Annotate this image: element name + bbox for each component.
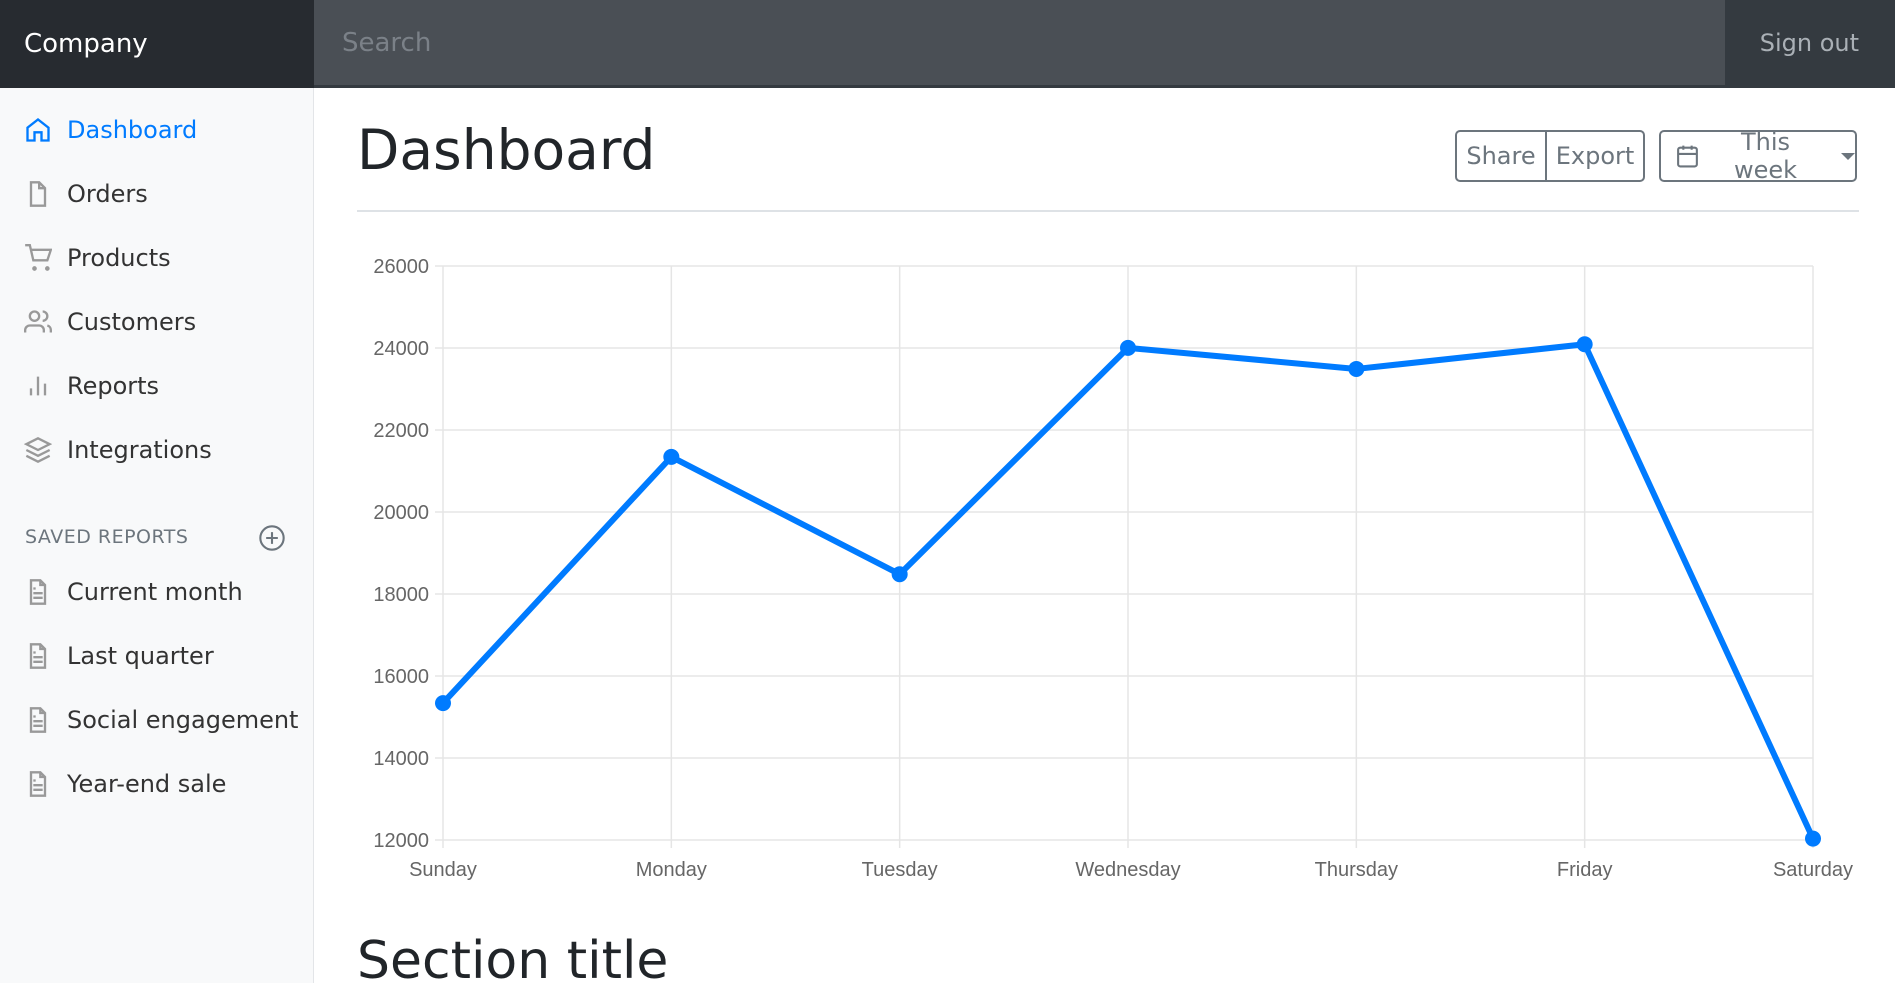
file-text-icon bbox=[29, 579, 47, 605]
x-tick-label: Monday bbox=[636, 859, 707, 880]
bar-chart-icon bbox=[29, 376, 47, 396]
data-point bbox=[663, 448, 680, 465]
y-tick-label: 14000 bbox=[373, 748, 429, 770]
date-range-dropdown[interactable]: This week bbox=[1659, 128, 1857, 184]
y-tick-label: 20000 bbox=[373, 502, 429, 524]
calendar-icon bbox=[1677, 145, 1698, 168]
sidebar-item-label: Reports bbox=[67, 372, 160, 400]
sidebar: Dashboard Orders Products Customers Repo… bbox=[0, 88, 314, 983]
sidebar-item-dashboard[interactable]: Dashboard bbox=[24, 116, 197, 144]
y-tick-label: 24000 bbox=[373, 338, 429, 360]
sidebar-item-label: Products bbox=[67, 244, 171, 272]
sidebar-item-label: Orders bbox=[67, 180, 148, 208]
saved-report-year-end-sale[interactable]: Year-end sale bbox=[24, 770, 226, 798]
saved-report-label: Social engagement bbox=[67, 706, 299, 734]
brand[interactable]: Company bbox=[0, 0, 314, 88]
x-tick-label: Thursday bbox=[1315, 859, 1398, 880]
saved-report-label: Last quarter bbox=[67, 642, 214, 670]
sidebar-item-label: Dashboard bbox=[67, 116, 198, 144]
share-button[interactable]: Share bbox=[1455, 130, 1547, 182]
data-point bbox=[1120, 339, 1136, 356]
page-title: Dashboard bbox=[357, 118, 656, 182]
saved-report-social-engagement[interactable]: Social engagement bbox=[24, 706, 298, 734]
search-input[interactable] bbox=[314, 0, 1725, 85]
saved-report-last-quarter[interactable]: Last quarter bbox=[24, 642, 214, 670]
saved-report-current-month[interactable]: Current month bbox=[24, 578, 243, 606]
file-text-icon bbox=[29, 643, 47, 669]
y-tick-label: 18000 bbox=[373, 584, 429, 606]
y-tick-label: 16000 bbox=[373, 666, 429, 688]
date-range-label: This week bbox=[1733, 128, 1798, 184]
y-tick-label: 12000 bbox=[373, 830, 429, 852]
layers-icon bbox=[24, 437, 52, 463]
sidebar-item-label: Customers bbox=[67, 308, 197, 336]
x-tick-label: Saturday bbox=[1773, 859, 1853, 880]
home-icon bbox=[26, 118, 50, 142]
shopping-cart-icon bbox=[25, 244, 52, 271]
data-point bbox=[435, 695, 451, 712]
file-text-icon bbox=[29, 771, 47, 797]
sidebar-item-customers[interactable]: Customers bbox=[24, 308, 196, 336]
sidebar-item-reports[interactable]: Reports bbox=[24, 372, 159, 400]
sidebar-item-products[interactable]: Products bbox=[24, 244, 171, 272]
saved-report-label: Current month bbox=[67, 578, 243, 606]
sidebar-item-label: Integrations bbox=[67, 436, 212, 464]
y-tick-label: 22000 bbox=[373, 420, 429, 442]
file-icon bbox=[29, 181, 47, 207]
data-point bbox=[891, 566, 908, 583]
line-chart: 12000 14000 16000 18000 20000 22000 24000 26000… bbox=[373, 256, 1853, 880]
section-title: Section title bbox=[357, 931, 669, 991]
x-tick-label: Tuesday bbox=[862, 859, 938, 880]
data-point bbox=[1348, 360, 1365, 377]
saved-report-label: Year-end sale bbox=[67, 770, 227, 798]
data-point bbox=[1576, 336, 1593, 353]
add-report-icon[interactable] bbox=[258, 524, 286, 552]
sidebar-item-integrations[interactable]: Integrations bbox=[24, 436, 212, 464]
data-point bbox=[1805, 830, 1821, 847]
sidebar-item-orders[interactable]: Orders bbox=[24, 180, 148, 208]
y-tick-label: 26000 bbox=[373, 256, 429, 278]
sign-out-link[interactable]: Sign out bbox=[1725, 0, 1895, 85]
x-tick-label: Wednesday bbox=[1075, 859, 1180, 880]
top-navbar: Company Sign out bbox=[0, 0, 1895, 88]
users-icon bbox=[24, 310, 52, 333]
file-text-icon bbox=[29, 707, 47, 733]
caret-down-icon bbox=[1841, 152, 1855, 160]
saved-reports-heading: SAVED REPORTS bbox=[25, 526, 189, 548]
export-button[interactable]: Export bbox=[1545, 130, 1645, 182]
x-tick-label: Sunday bbox=[409, 859, 477, 880]
x-tick-label: Friday bbox=[1557, 859, 1613, 880]
header-divider bbox=[357, 210, 1859, 212]
